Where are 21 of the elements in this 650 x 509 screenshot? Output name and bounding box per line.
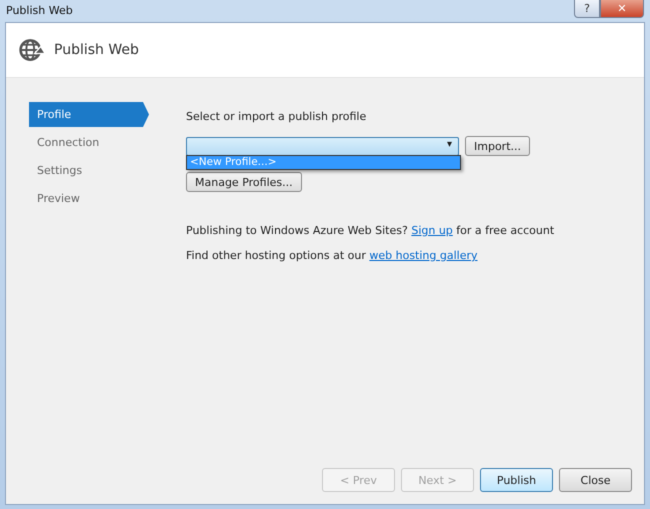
caret-icon: ▾ [446, 138, 452, 150]
header-title: Publish Web [54, 42, 139, 58]
info-text: Find other hosting options at our web hosting gallery [186, 249, 479, 262]
link[interactable]: web hosting gallery [369, 249, 478, 262]
profile-dropdown[interactable]: ▾ [186, 136, 459, 156]
help-button[interactable]: ? [574, 0, 600, 18]
dropdown-option[interactable]: <New Profile...> [187, 156, 460, 169]
step-tab[interactable]: Settings [29, 158, 149, 183]
window-title: Publish Web [6, 4, 73, 17]
nav-button[interactable]: Publish [480, 468, 553, 492]
info-text: Publishing to Windows Azure Web Sites? Sign up for a free account [186, 224, 556, 237]
step-tab[interactable]: Profile [29, 102, 149, 127]
close-button[interactable]: ✕ [600, 0, 644, 18]
nav-button[interactable]: Close [559, 468, 632, 492]
link[interactable]: Sign up [411, 224, 453, 237]
manage-profiles-button[interactable]: Manage Profiles... [186, 172, 302, 192]
globe-upload-icon [18, 36, 46, 64]
step-tab[interactable]: Preview [29, 186, 149, 211]
prompt-label: Select or import a publish profile [186, 110, 368, 123]
import-button[interactable]: Import... [465, 136, 530, 156]
step-tab[interactable]: Connection [29, 130, 149, 155]
